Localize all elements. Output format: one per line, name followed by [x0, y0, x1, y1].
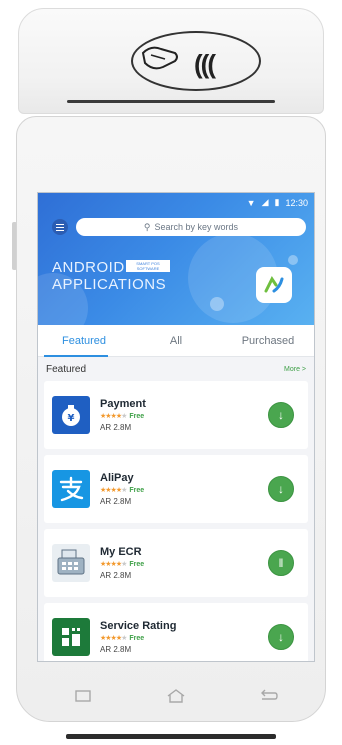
- tab-featured[interactable]: Featured: [38, 325, 130, 356]
- menu-button[interactable]: [52, 219, 68, 235]
- signal-icon: ◢: [261, 197, 269, 207]
- app-store-logo-icon: [256, 267, 292, 303]
- home-button[interactable]: [164, 686, 188, 706]
- download-button[interactable]: ↓: [268, 624, 294, 650]
- download-button[interactable]: ↓: [268, 402, 294, 428]
- tab-all[interactable]: All: [130, 325, 222, 356]
- app-name: Payment: [100, 398, 146, 410]
- section-title: Featured: [46, 363, 87, 375]
- app-store-logo-icon: [264, 276, 284, 293]
- download-arrow-icon: ↓: [278, 482, 284, 496]
- hardware-nav-keys: [37, 676, 315, 716]
- rating-stars: ★★★★★: [100, 561, 127, 568]
- rating-stars: ★★★★★: [100, 635, 127, 642]
- status-bar: ▼ ◢ ▮ 12:30: [247, 197, 308, 208]
- app-price: Free: [129, 486, 145, 494]
- app-name: Service Rating: [100, 620, 177, 632]
- search-placeholder: Search by key words: [154, 222, 239, 232]
- list-item[interactable]: My ECR ★★★★★ Free AR 2.8M ‖: [44, 529, 308, 597]
- download-arrow-icon: ↓: [278, 630, 284, 644]
- rating-stars: ★★★★★: [100, 413, 127, 420]
- tab-purchased[interactable]: Purchased: [222, 325, 314, 356]
- list-item[interactable]: AliPay ★★★★★ Free AR 2.8M ↓: [44, 455, 308, 523]
- app-list: ¥ Payment ★★★★★ Free AR 2.8M ↓ AliPay ★★…: [38, 381, 314, 661]
- svg-text:¥: ¥: [68, 413, 75, 424]
- search-input[interactable]: ⚲ Search by key words: [76, 218, 306, 236]
- menu-icon: [56, 223, 64, 225]
- contactless-card-icon: [141, 46, 178, 70]
- device-top-housing: (((: [18, 8, 324, 114]
- status-time: 12:30: [285, 197, 308, 208]
- banner-badge: SMART POS SOFTWARE: [126, 260, 170, 272]
- alipay-icon: [52, 470, 90, 508]
- recent-apps-icon: [75, 690, 92, 702]
- search-icon: ⚲: [143, 221, 151, 232]
- app-meta: AR 2.8M: [100, 571, 132, 580]
- app-meta: AR 2.8M: [100, 423, 132, 432]
- rating-stars: ★★★★★: [100, 487, 127, 494]
- payment-icon: ¥: [52, 396, 90, 434]
- device-bottom-edge: [66, 734, 276, 739]
- service-rating-icon: [52, 618, 90, 656]
- app-meta: AR 2.8M: [100, 645, 132, 654]
- pause-icon: ‖: [278, 556, 284, 570]
- ecr-register-icon: [52, 544, 90, 582]
- app-store-banner: ▼ ◢ ▮ 12:30 ⚲ Search by key words ANDROI…: [38, 193, 314, 325]
- app-price: Free: [129, 634, 145, 642]
- featured-section-header: Featured More >: [38, 357, 314, 381]
- back-button[interactable]: [257, 686, 281, 706]
- app-meta: AR 2.8M: [100, 497, 132, 506]
- battery-icon: ▮: [274, 197, 280, 207]
- list-item[interactable]: Service Rating ★★★★★ Free AR 2.8M ↓: [44, 603, 308, 661]
- back-icon: [260, 689, 278, 700]
- more-link[interactable]: More >: [284, 366, 306, 373]
- device-screen: ▼ ◢ ▮ 12:30 ⚲ Search by key words ANDROI…: [37, 192, 315, 662]
- banner-bubble: [210, 297, 224, 311]
- recent-apps-button[interactable]: [71, 686, 95, 706]
- app-price: Free: [129, 560, 145, 568]
- download-arrow-icon: ↓: [278, 408, 284, 422]
- banner-bubble: [288, 255, 298, 265]
- wifi-icon: ▼: [246, 197, 256, 208]
- device-seam: [67, 100, 275, 103]
- active-tab-indicator: [44, 355, 108, 357]
- nfc-wave-icon: (((: [194, 49, 216, 79]
- app-name: My ECR: [100, 546, 142, 558]
- app-name: AliPay: [100, 472, 134, 484]
- app-price: Free: [129, 412, 145, 420]
- home-icon: [167, 689, 185, 703]
- download-button[interactable]: ‖: [268, 550, 294, 576]
- list-item[interactable]: ¥ Payment ★★★★★ Free AR 2.8M ↓: [44, 381, 308, 449]
- tab-bar: Featured All Purchased: [38, 325, 314, 357]
- download-button[interactable]: ↓: [268, 476, 294, 502]
